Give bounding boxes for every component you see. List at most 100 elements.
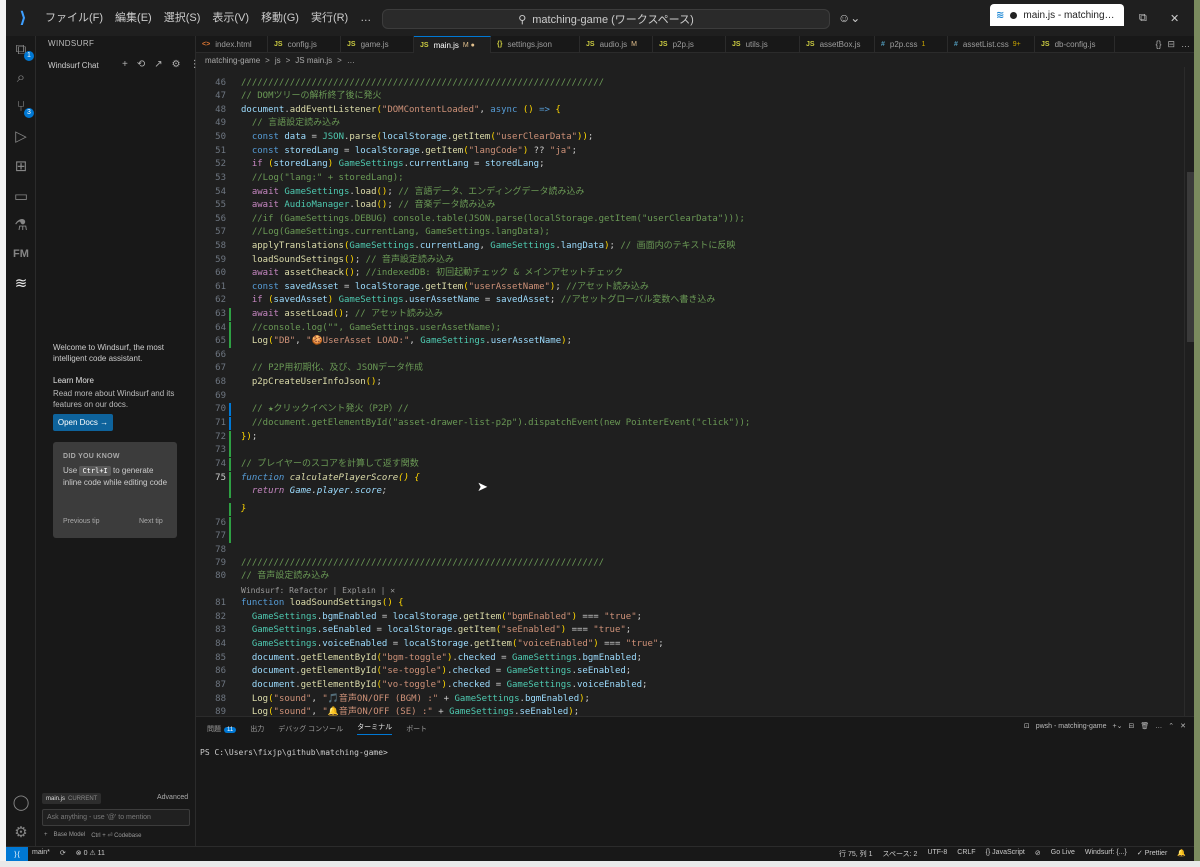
code-line[interactable]: 53 //Log("lang:" + storedLang); bbox=[196, 172, 1176, 185]
code-line[interactable]: 75 function calculatePlayerScore() { bbox=[196, 472, 1176, 485]
editor-tab[interactable]: JS audio.js M bbox=[580, 36, 653, 53]
code-line[interactable]: 71 //document.getElementById("asset-draw… bbox=[196, 417, 1176, 430]
code-line[interactable]: 54 await GameSettings.load(); // 言語データ、エ… bbox=[196, 186, 1176, 199]
code-line[interactable]: 65 Log("DB", "🍪UserAsset LOAD:", GameSet… bbox=[196, 335, 1176, 348]
menu-item[interactable]: 移動(G) bbox=[255, 7, 305, 29]
new-terminal-icon[interactable]: +⌄ bbox=[1113, 722, 1123, 730]
code-editor[interactable]: ➤ 46////////////////////////////////////… bbox=[196, 67, 1184, 716]
status-item[interactable]: 🔔 bbox=[1177, 849, 1186, 859]
open-external-icon[interactable]: ↗ bbox=[154, 59, 162, 70]
editor-scrollbar[interactable] bbox=[1184, 67, 1194, 716]
code-line[interactable]: 51 const storedLang = localStorage.getIt… bbox=[196, 145, 1176, 158]
status-item[interactable]: 行 75, 列 1 bbox=[839, 849, 872, 859]
status-item[interactable]: {} JavaScript bbox=[986, 849, 1025, 859]
status-item[interactable]: CRLF bbox=[957, 849, 975, 859]
editor-tab[interactable]: <> index.html bbox=[196, 36, 268, 53]
breadcrumb-item[interactable]: matching-game bbox=[205, 56, 260, 65]
editor-tab[interactable]: JS utils.js bbox=[726, 36, 800, 53]
open-docs-button[interactable]: Open Docs → bbox=[53, 414, 113, 431]
breadcrumb-item[interactable]: js bbox=[275, 56, 281, 65]
breadcrumb-item[interactable]: … bbox=[347, 56, 355, 65]
code-line[interactable]: 82 GameSettings.bgmEnabled = localStorag… bbox=[196, 611, 1176, 624]
run-debug-icon[interactable]: ▷ bbox=[11, 126, 31, 146]
code-line[interactable]: 50 const data = JSON.parse(localStorage.… bbox=[196, 131, 1176, 144]
code-line[interactable]: 86 document.getElementById("se-toggle").… bbox=[196, 665, 1176, 678]
copilot-icon[interactable]: ☺⌄ bbox=[838, 11, 860, 25]
search-icon[interactable]: ⌕ bbox=[11, 67, 31, 87]
source-control-icon[interactable]: ⑂ 3 bbox=[11, 96, 34, 118]
json-icon[interactable]: {} bbox=[1155, 39, 1161, 50]
remote-explorer-icon[interactable]: ▭ bbox=[11, 186, 31, 206]
editor-tab[interactable]: JS main.js M ● bbox=[414, 36, 491, 53]
code-line[interactable]: 46 //////////////////////////////////////… bbox=[196, 77, 1176, 90]
code-line[interactable]: 70 // ★クリックイベント発火（P2P）// bbox=[196, 403, 1176, 416]
code-line[interactable]: 62 if (savedAsset) GameSettings.userAsse… bbox=[196, 294, 1176, 307]
status-item[interactable]: スペース: 2 bbox=[882, 849, 917, 859]
panel-tab[interactable]: ポート bbox=[406, 724, 427, 734]
code-line[interactable]: 56 //if (GameSettings.DEBUG) console.tab… bbox=[196, 213, 1176, 226]
code-line[interactable]: 64 //console.log("", GameSettings.userAs… bbox=[196, 322, 1176, 335]
scrollbar-thumb[interactable] bbox=[1187, 172, 1194, 342]
window-preview-tab[interactable]: ≋ main.js - matching… bbox=[990, 4, 1124, 26]
code-line[interactable]: 73 bbox=[196, 444, 1176, 457]
history-icon[interactable]: ⟲ bbox=[137, 59, 145, 70]
editor-tab[interactable]: JS game.js bbox=[341, 36, 414, 53]
code-line[interactable]: 83 GameSettings.seEnabled = localStorage… bbox=[196, 624, 1176, 637]
code-line[interactable]: 78 bbox=[196, 544, 1176, 557]
previous-tip-button[interactable]: Previous tip bbox=[63, 518, 100, 525]
close-panel-icon[interactable]: ✕ bbox=[1180, 722, 1186, 730]
menu-item[interactable]: 実行(R) bbox=[305, 7, 354, 29]
code-line[interactable]: 68 p2pCreateUserInfoJson(); bbox=[196, 376, 1176, 389]
trash-icon[interactable]: 🗑 bbox=[1140, 722, 1149, 730]
code-line[interactable]: 85 document.getElementById("bgm-toggle")… bbox=[196, 652, 1176, 665]
code-line[interactable]: 80 // 音声設定読み込み bbox=[196, 570, 1176, 583]
code-line[interactable]: 77 bbox=[196, 530, 1176, 543]
panel-tab[interactable]: ターミナル bbox=[357, 722, 393, 735]
code-line[interactable]: 59 loadSoundSettings(); // 音声設定読み込み bbox=[196, 254, 1176, 267]
fm-icon[interactable]: FM bbox=[11, 244, 31, 264]
code-line[interactable]: 57 //Log(GameSettings.currentLang, GameS… bbox=[196, 226, 1176, 239]
code-line[interactable]: 63 await assetLoad(); // アセット読み込み bbox=[196, 308, 1176, 321]
editor-tab[interactable]: JS assetBox.js bbox=[800, 36, 875, 53]
menu-item[interactable]: ファイル(F) bbox=[39, 7, 109, 29]
terminal-prompt[interactable]: PS C:\Users\fixjp\github\matching-game> bbox=[200, 748, 388, 757]
code-line[interactable]: 61 const savedAsset = localStorage.getIt… bbox=[196, 281, 1176, 294]
code-line[interactable]: 89 Log("sound", "🔔音声ON/OFF (SE) :" + Gam… bbox=[196, 706, 1176, 716]
next-tip-button[interactable]: Next tip bbox=[139, 518, 163, 525]
menu-item[interactable]: 選択(S) bbox=[158, 7, 207, 29]
remote-indicator-icon[interactable]: ⟩⟨ bbox=[6, 847, 28, 861]
code-line[interactable]: 72}); bbox=[196, 431, 1176, 444]
code-line[interactable]: 48 document.addEventListener("DOMContentL… bbox=[196, 104, 1176, 117]
settings-icon[interactable]: ⚙ bbox=[172, 59, 181, 70]
account-icon[interactable]: ◯ bbox=[11, 792, 31, 812]
editor-tab[interactable]: JS config.js bbox=[268, 36, 341, 53]
code-line[interactable]: 69 bbox=[196, 390, 1176, 403]
split-terminal-icon[interactable]: ⊟ bbox=[1128, 722, 1134, 730]
code-line[interactable]: 76 bbox=[196, 517, 1176, 530]
context-file-chip[interactable]: main.js CURRENT bbox=[42, 793, 102, 804]
code-line[interactable]: Windsurf: Refactor | Explain | ✕ bbox=[196, 584, 1176, 597]
more-icon[interactable]: … bbox=[1155, 723, 1162, 730]
model-selector[interactable]: Base Model bbox=[54, 832, 86, 839]
menu-item[interactable]: 編集(E) bbox=[109, 7, 158, 29]
status-item[interactable]: ⊗ 0 ⚠ 11 bbox=[76, 849, 105, 857]
editor-tab[interactable]: # p2p.css 1 bbox=[875, 36, 948, 53]
terminal-name[interactable]: pwsh - matching-game bbox=[1036, 723, 1107, 730]
advanced-link[interactable]: Advanced bbox=[157, 794, 188, 801]
code-line[interactable]: 84 GameSettings.voiceEnabled = localStor… bbox=[196, 638, 1176, 651]
command-center[interactable]: ⚲ matching-game (ワークスペース) bbox=[382, 9, 830, 29]
extensions-icon[interactable]: ⊞ bbox=[11, 156, 31, 176]
add-chat-icon[interactable]: + bbox=[122, 59, 128, 70]
code-line[interactable]: 58 applyTranslations(GameSettings.curren… bbox=[196, 240, 1176, 253]
panel-tab[interactable]: 問題 11 bbox=[207, 724, 237, 734]
code-line[interactable]: 67 // P2P用初期化、及び、JSONデータ作成 bbox=[196, 362, 1176, 375]
editor-tab[interactable]: {} settings.json bbox=[491, 36, 580, 53]
maximize-panel-icon[interactable]: ⌃ bbox=[1168, 722, 1174, 730]
code-line[interactable]: 88 Log("sound", "🎵音声ON/OFF (BGM) :" + Ga… bbox=[196, 693, 1176, 706]
explorer-icon[interactable]: ⧉ 1 bbox=[11, 39, 34, 61]
split-editor-icon[interactable]: ⊟ bbox=[1167, 39, 1175, 50]
menu-item[interactable]: … bbox=[354, 7, 377, 29]
code-line[interactable]: 74 // プレイヤーのスコアを計算して返す関数 bbox=[196, 458, 1176, 471]
code-line[interactable]: 87 document.getElementById("vo-toggle").… bbox=[196, 679, 1176, 692]
menu-item[interactable]: 表示(V) bbox=[206, 7, 255, 29]
